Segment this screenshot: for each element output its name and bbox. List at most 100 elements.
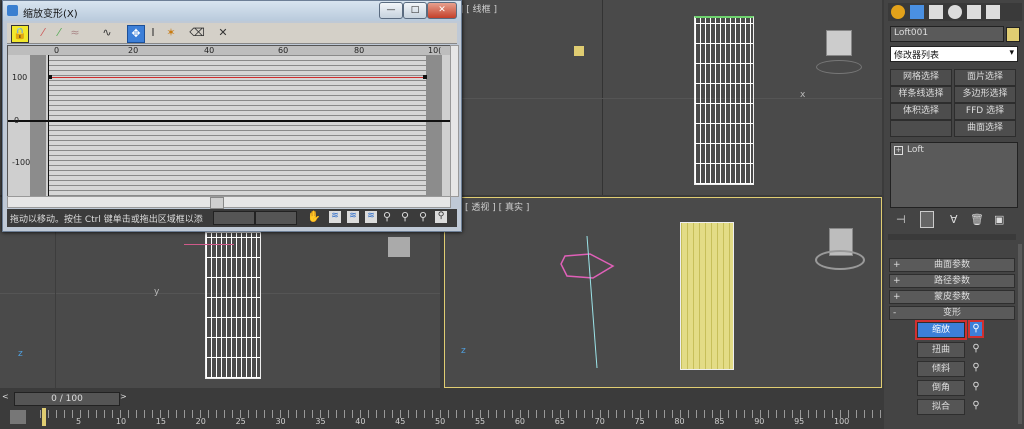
mesh-select-button[interactable]: 网格选择	[890, 69, 952, 86]
object-name-field[interactable]: Loft001	[890, 26, 1004, 42]
zoom-region-icon[interactable]: ⚲	[435, 211, 447, 223]
twist-deform-toggle-icon[interactable]: ⚲	[970, 342, 982, 356]
rollout-skin-parameters[interactable]: + 蒙皮参数	[889, 290, 1015, 304]
curve-green-icon[interactable]: ⁄	[51, 25, 67, 41]
scale-deformation-dialog: 缩放变形(X) — □ ✕ 🔒 ⁄ ⁄ ≈ ∿ ✥ I ✶ ⌫ ✕ 0 20 4…	[2, 0, 462, 232]
timeline-tick-label: 45	[395, 417, 406, 426]
x-value-field[interactable]	[213, 211, 255, 225]
y-value-field[interactable]	[255, 211, 297, 225]
patch-select-button[interactable]: 面片选择	[954, 69, 1016, 86]
vertical-scrollbar[interactable]	[450, 45, 459, 197]
timeline-tick-label: 55	[474, 417, 486, 426]
stack-item-loft[interactable]: Loft	[907, 145, 924, 155]
y-axis-label: 100	[12, 73, 28, 82]
timeline-prev-button[interactable]: <	[2, 392, 12, 404]
teeter-deform-button[interactable]: 倾斜	[917, 361, 965, 377]
modifier-stack[interactable]: + Loft	[890, 142, 1018, 208]
timeline-tick-label: 90	[754, 417, 765, 426]
zoom-vertical-extents-icon[interactable]: ≋	[365, 211, 377, 223]
blank-select-button[interactable]	[890, 120, 952, 137]
poly-select-button[interactable]: 多边形选择	[954, 86, 1016, 103]
dialog-title: 缩放变形(X)	[23, 9, 78, 20]
track-bar-icon[interactable]	[10, 410, 26, 424]
ruler-label: 80	[354, 46, 365, 55]
timeline-tick-label: 60	[514, 417, 526, 426]
horizontal-scrollbar[interactable]	[7, 196, 451, 209]
path-and-shape	[560, 235, 615, 369]
curve-xy-icon[interactable]: ≈	[67, 25, 83, 41]
create-tab-icon[interactable]	[891, 5, 905, 19]
surface-select-button[interactable]: 曲面选择	[954, 120, 1016, 137]
timeline-tick-label: 25	[235, 417, 246, 426]
rollout-path-parameters[interactable]: + 路径参数	[889, 274, 1015, 288]
timeline-next-button[interactable]: >	[120, 392, 130, 404]
timeline-tick-label: 35	[315, 417, 326, 426]
panel-scrollbar[interactable]	[1018, 244, 1022, 424]
loft-column-front	[694, 16, 754, 185]
minimize-button[interactable]: —	[379, 2, 403, 19]
ffd-select-button[interactable]: FFD 选择	[954, 103, 1016, 120]
make-unique-icon[interactable]: ∀	[950, 213, 958, 226]
fit-deform-toggle-icon[interactable]: ⚲	[970, 399, 982, 413]
modify-tab-icon[interactable]	[910, 5, 924, 19]
pan-icon[interactable]: ✋	[307, 210, 321, 223]
dialog-titlebar[interactable]: 缩放变形(X) — □ ✕	[3, 1, 461, 21]
zoom-horizontal-icon[interactable]: ⚲	[383, 210, 391, 223]
bevel-deform-button[interactable]: 倒角	[917, 380, 965, 396]
scale-control-point-icon[interactable]: I	[145, 25, 161, 41]
scale-deform-toggle-icon[interactable]: ⚲	[968, 320, 984, 338]
configure-sets-icon[interactable]: ▣	[994, 213, 1004, 226]
delete-control-point-icon[interactable]: ⌫	[189, 25, 205, 41]
timeline-tick-label: 65	[554, 417, 565, 426]
twist-deform-button[interactable]: 扭曲	[917, 342, 965, 358]
spline-select-button[interactable]: 样条线选择	[890, 86, 952, 103]
command-panel: Loft001 修改器列表 ▾ 网格选择 面片选择 样条线选择 多边形选择 体积…	[884, 0, 1024, 429]
insert-corner-point-icon[interactable]: ✶	[163, 25, 179, 41]
pin-stack-icon[interactable]: ⊣	[896, 213, 906, 226]
time-slider[interactable]: 0 / 100	[14, 392, 120, 406]
close-button[interactable]: ✕	[427, 2, 457, 19]
viewport-perspective[interactable]: [ 透视 ] [ 真实 ] z	[444, 197, 882, 388]
rollout-deformations[interactable]: - 变形	[889, 306, 1015, 320]
modifier-list-label: 修改器列表	[894, 51, 940, 61]
swap-curves-icon[interactable]: ∿	[99, 25, 115, 41]
zoom-extents-icon[interactable]: ≋	[329, 211, 341, 223]
motion-tab-icon[interactable]	[948, 5, 962, 19]
timeline-tick-label: 20	[195, 417, 206, 426]
timeline-tick-label: 95	[794, 417, 805, 426]
show-end-result-icon[interactable]	[920, 211, 934, 228]
loft-column-perspective	[680, 222, 734, 370]
control-point-end[interactable]	[423, 75, 427, 79]
zoom-horizontal-extents-icon[interactable]: ≋	[347, 211, 359, 223]
stack-expand-icon[interactable]: +	[894, 146, 903, 155]
reset-curve-icon[interactable]: ✕	[215, 25, 231, 41]
scale-deform-button[interactable]: 缩放	[915, 320, 967, 340]
teeter-deform-toggle-icon[interactable]: ⚲	[970, 361, 982, 375]
viewcube-left[interactable]	[388, 237, 410, 257]
hierarchy-tab-icon[interactable]	[929, 5, 943, 19]
zoom-icon[interactable]: ⚲	[419, 210, 427, 223]
curve-line[interactable]	[50, 77, 426, 78]
maximize-button[interactable]: □	[403, 2, 427, 19]
timeline-tick-label: 80	[674, 417, 685, 426]
viewcube[interactable]	[826, 30, 852, 56]
remove-modifier-icon[interactable]: 🗑	[970, 213, 984, 226]
fit-deform-button[interactable]: 拟合	[917, 399, 965, 415]
object-color-swatch[interactable]	[1006, 27, 1020, 42]
rollout-surface-parameters[interactable]: + 曲面参数	[889, 258, 1015, 272]
display-tab-icon[interactable]	[967, 5, 981, 19]
zoom-vertical-icon[interactable]: ⚲	[401, 210, 409, 223]
move-control-point-icon[interactable]: ✥	[127, 25, 145, 43]
deformation-graph[interactable]: 0 20 40 60 80 10( 100 0 -100	[7, 45, 451, 197]
viewport-front[interactable]: 前 ] [ 线框 ] x	[444, 0, 882, 195]
utilities-tab-icon[interactable]	[986, 5, 1000, 19]
object-name: Loft001	[894, 28, 929, 38]
modifier-list-dropdown[interactable]: 修改器列表 ▾	[890, 46, 1018, 62]
axis-z-label: z	[18, 349, 23, 359]
bevel-deform-toggle-icon[interactable]: ⚲	[970, 380, 982, 394]
volume-select-button[interactable]: 体积选择	[890, 103, 952, 120]
dialog-toolbar: 🔒 ⁄ ⁄ ≈ ∿ ✥ I ✶ ⌫ ✕	[7, 23, 457, 44]
lock-icon[interactable]: 🔒	[11, 25, 29, 43]
curve-red-icon[interactable]: ⁄	[35, 25, 51, 41]
time-marker[interactable]	[42, 408, 46, 426]
